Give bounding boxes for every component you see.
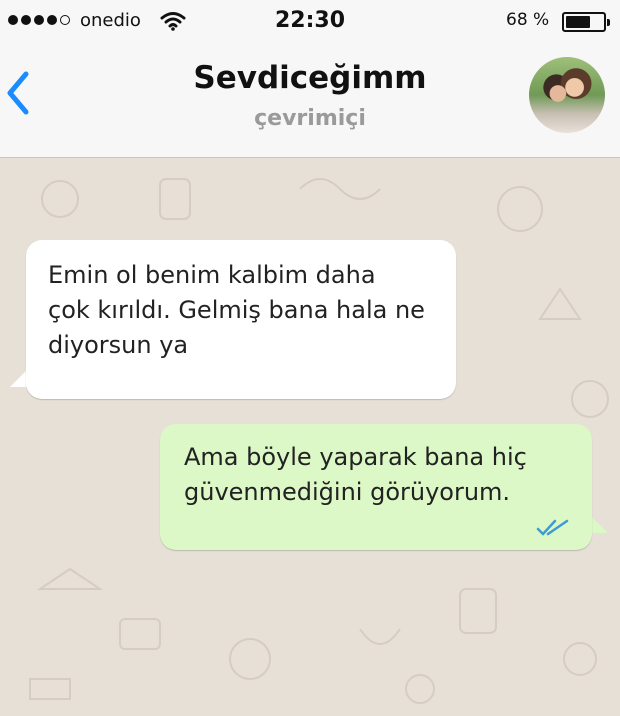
battery-icon [562, 12, 610, 32]
message-line: güvenmediğini görüyorum. [184, 478, 511, 506]
battery-percentage: 68 % [506, 10, 550, 30]
battery-level-fill [566, 16, 591, 28]
chat-header: Sevdiceğimm çevrimiçi [0, 44, 620, 158]
contact-name[interactable]: Sevdiceğimm [0, 60, 620, 96]
message-line: Emin ol benim kalbim daha [48, 261, 376, 289]
status-bar: onedio 22:30 68 % [0, 0, 620, 44]
message-line: Ama böyle yaparak bana hiç [184, 443, 527, 471]
chat-background: Emin ol benim kalbim daha çok kırıldı. G… [0, 159, 620, 716]
message-line: diyorsun ya [48, 331, 189, 359]
double-check-icon [536, 519, 569, 536]
incoming-message: Emin ol benim kalbim daha çok kırıldı. G… [26, 240, 456, 399]
message-line: çok kırıldı. Gelmiş bana hala ne [48, 296, 425, 324]
outgoing-message: Ama böyle yaparak bana hiç güvenmediğini… [160, 424, 592, 550]
avatar[interactable] [529, 57, 605, 133]
contact-status: çevrimiçi [254, 106, 366, 131]
